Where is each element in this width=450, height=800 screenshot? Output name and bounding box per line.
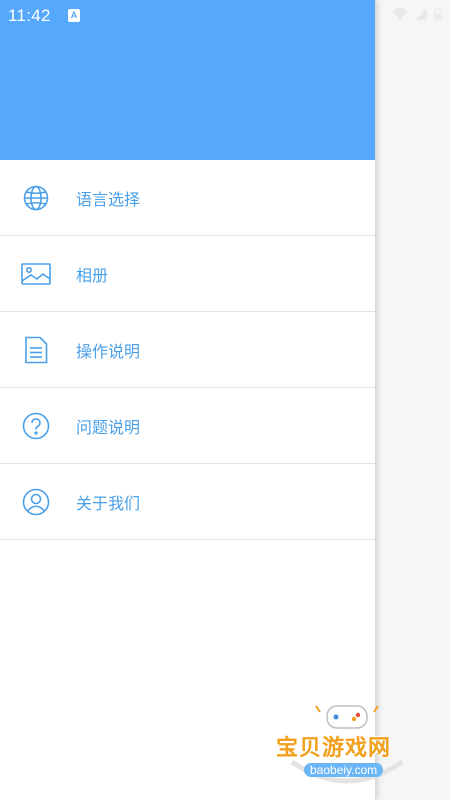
image-icon <box>21 259 51 289</box>
user-circle-icon <box>21 487 51 517</box>
notification-a-icon: A <box>68 9 80 22</box>
menu-label-album: 相册 <box>76 265 109 285</box>
menu-label-language: 语言选择 <box>76 189 141 209</box>
battery-icon <box>434 7 442 21</box>
app-screen: 11:42 A 语言选择 相册 操作说明 问题说明 关于我们 宝贝游戏网 bao… <box>0 0 450 800</box>
globe-icon <box>21 183 51 213</box>
menu-item-album[interactable]: 相册 <box>0 236 375 312</box>
menu-item-language[interactable]: 语言选择 <box>0 160 375 236</box>
menu-label-instructions: 操作说明 <box>76 341 141 361</box>
menu-label-about: 关于我们 <box>76 493 141 513</box>
status-indicators <box>392 7 442 21</box>
document-icon <box>21 335 51 365</box>
watermark-title: 宝贝游戏网 <box>276 736 392 761</box>
navigation-drawer: 语言选择 相册 操作说明 问题说明 关于我们 <box>0 0 375 800</box>
status-time: 11:42 <box>8 6 51 25</box>
menu-item-faq[interactable]: 问题说明 <box>0 388 375 464</box>
question-circle-icon <box>21 411 51 441</box>
status-bar: 11:42 A <box>0 0 450 32</box>
watermark-url: baobeiy.com <box>304 763 384 777</box>
wifi-icon <box>392 8 408 20</box>
drawer-menu: 语言选择 相册 操作说明 问题说明 关于我们 <box>0 160 375 540</box>
menu-item-about[interactable]: 关于我们 <box>0 464 375 540</box>
watermark-logo: 宝贝游戏网 baobeiy.com <box>272 700 422 790</box>
menu-label-faq: 问题说明 <box>76 417 141 437</box>
signal-icon <box>415 8 427 20</box>
menu-item-instructions[interactable]: 操作说明 <box>0 312 375 388</box>
